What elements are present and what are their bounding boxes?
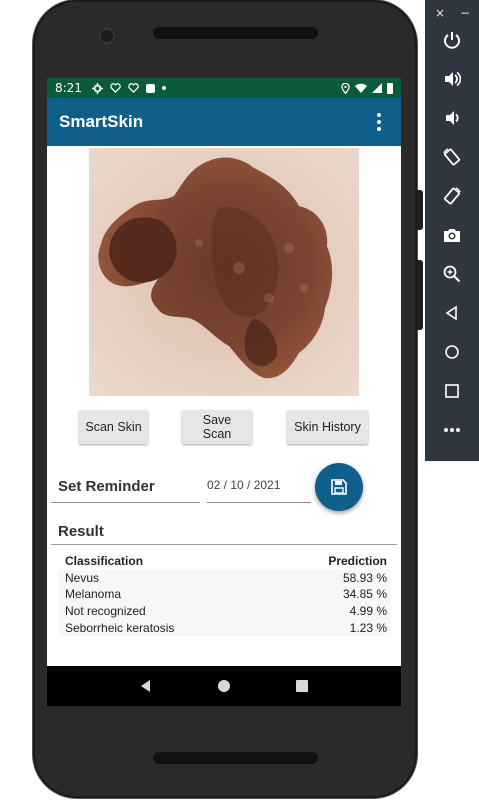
classification-cell: Nevus <box>65 570 100 585</box>
side-button <box>417 190 423 230</box>
square-icon <box>145 83 155 93</box>
table-row: Nevus 58.93 % <box>59 569 391 587</box>
result-title: Result <box>58 523 104 540</box>
reminder-date-input[interactable]: 02 / 10 / 2021 <box>205 478 311 492</box>
set-reminder-label: Set Reminder <box>58 478 155 495</box>
prediction-cell: 4.99 % <box>349 604 387 619</box>
table-row: Not recognized 4.99 % <box>59 602 391 620</box>
classification-cell: Not recognized <box>65 604 146 619</box>
more-vert-icon[interactable] <box>369 113 389 131</box>
table-row: Melanoma 34.85 % <box>59 586 391 603</box>
skin-lesion-image <box>89 148 359 396</box>
nav-back-icon[interactable] <box>139 679 153 693</box>
volume-down-icon[interactable] <box>425 98 479 137</box>
app-title: SmartSkin <box>59 112 144 131</box>
home-icon[interactable] <box>425 332 479 371</box>
rotate-left-icon[interactable] <box>425 137 479 176</box>
prediction-table: Classification Prediction Nevus 58.93 % … <box>59 553 391 636</box>
side-button <box>417 260 423 330</box>
wifi-icon <box>355 83 367 93</box>
device-screen: 8:21 SmartSkin Scan Skin Save Scan Skin … <box>47 78 401 706</box>
prediction-cell: 34.85 % <box>342 587 387 602</box>
navigation-bar <box>47 666 401 706</box>
settings-icon <box>91 82 103 94</box>
table-header: Classification Prediction <box>59 553 391 570</box>
minimize-icon[interactable]: − <box>460 6 470 20</box>
status-time: 8:21 <box>55 81 82 95</box>
save-reminder-button[interactable] <box>315 463 363 511</box>
rotate-right-icon[interactable] <box>425 176 479 215</box>
zoom-icon[interactable] <box>425 254 479 293</box>
close-icon[interactable]: × <box>435 6 445 20</box>
overview-icon[interactable] <box>425 371 479 410</box>
nav-overview-icon[interactable] <box>295 679 309 693</box>
prediction-cell: 1.23 % <box>349 620 387 635</box>
scan-image <box>89 148 359 396</box>
result-divider <box>51 544 397 545</box>
battery-icon <box>387 82 393 94</box>
emulator-panel: × − <box>425 0 479 461</box>
floppy-disk-icon <box>331 479 347 495</box>
date-underline <box>207 502 311 503</box>
front-camera <box>101 30 113 42</box>
top-speaker <box>153 27 318 39</box>
classification-cell: Melanoma <box>65 587 122 602</box>
volume-up-icon[interactable] <box>425 59 479 98</box>
prediction-cell: 58.93 % <box>342 570 387 585</box>
scan-skin-button[interactable]: Scan Skin <box>79 410 148 444</box>
app-bar: SmartSkin <box>47 98 401 146</box>
back-icon[interactable] <box>425 293 479 332</box>
power-icon[interactable] <box>425 20 479 59</box>
heart-icon <box>110 83 121 93</box>
classification-cell: Seborrheic keratosis <box>65 620 175 635</box>
bottom-speaker <box>153 752 318 764</box>
skin-history-button[interactable]: Skin History <box>287 410 368 444</box>
status-bar: 8:21 <box>47 78 401 98</box>
signal-icon <box>372 83 382 93</box>
table-row: Seborrheic keratosis 1.23 % <box>59 619 391 636</box>
camera-icon[interactable] <box>425 215 479 254</box>
reminder-underline <box>51 502 200 503</box>
heart-icon <box>128 83 139 93</box>
nav-home-icon[interactable] <box>217 679 231 693</box>
column-header-prediction: Prediction <box>328 554 387 569</box>
save-scan-button[interactable]: Save Scan <box>182 410 252 444</box>
location-icon <box>341 82 350 94</box>
dot-icon <box>161 86 166 90</box>
more-icon[interactable] <box>425 410 479 449</box>
column-header-classification: Classification <box>65 554 144 569</box>
